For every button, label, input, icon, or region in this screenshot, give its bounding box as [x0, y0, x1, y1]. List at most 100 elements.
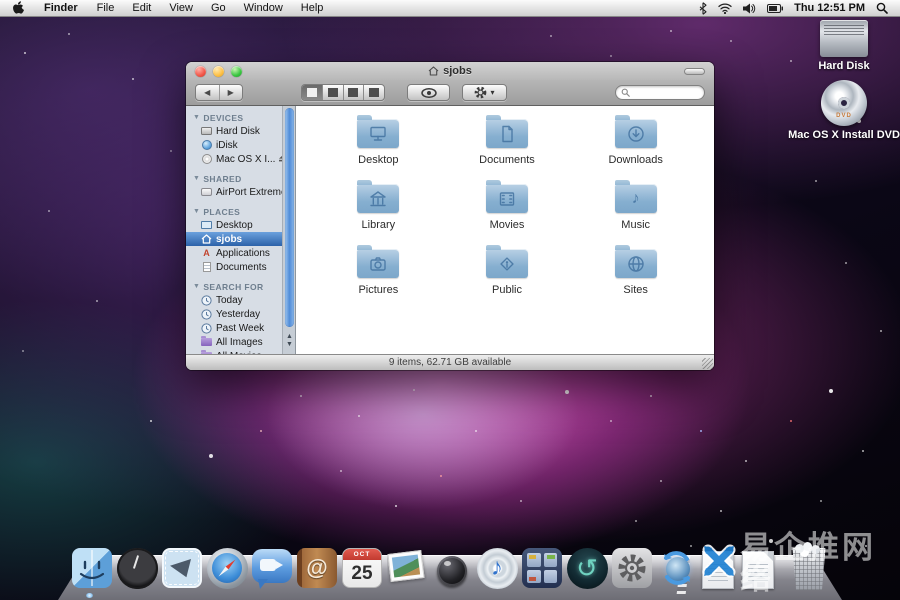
sidebar-item-applications[interactable]: A Applications: [186, 246, 282, 260]
disclosure-triangle-icon[interactable]: ▼: [193, 175, 200, 182]
dock-trash-icon[interactable]: [791, 548, 827, 590]
dock-downloads-stack-icon[interactable]: [742, 551, 774, 589]
sidebar-item-desktop[interactable]: Desktop: [186, 218, 282, 232]
apple-menu-icon[interactable]: [0, 1, 34, 15]
column-view-button[interactable]: [344, 85, 365, 100]
minimize-button[interactable]: [213, 66, 224, 77]
dock-address-book-icon[interactable]: @: [296, 547, 338, 589]
desktop-icon-hard-disk[interactable]: Hard Disk: [786, 20, 900, 72]
folder-downloads[interactable]: Downloads: [571, 110, 700, 175]
bluetooth-icon[interactable]: [699, 2, 707, 15]
dock-itunes-icon[interactable]: ♪: [476, 547, 518, 589]
sidebar-section-search-for[interactable]: ▼ SEARCH FOR: [186, 280, 282, 293]
spotlight-icon[interactable]: [876, 2, 888, 14]
sidebar-item-today[interactable]: Today: [186, 293, 282, 307]
dock-ical-icon[interactable]: OCT 25: [341, 547, 383, 589]
sidebar-item-airport-extreme[interactable]: AirPort Extreme: [186, 185, 282, 199]
sidebar-item-hard-disk[interactable]: Hard Disk: [186, 124, 282, 138]
folder-public[interactable]: Public: [443, 240, 572, 305]
coverflow-view-button[interactable]: [364, 85, 384, 100]
search-input[interactable]: [615, 85, 705, 100]
sidebar-item-sjobs[interactable]: sjobs: [186, 232, 282, 246]
status-bar: 9 items, 62.71 GB available: [186, 354, 714, 370]
dock-dashboard-icon[interactable]: [116, 547, 158, 589]
dock-safari-icon[interactable]: [206, 547, 248, 589]
scroll-up-icon[interactable]: ▲: [286, 333, 293, 340]
idisk-icon: [201, 140, 212, 151]
airport-icon: [201, 187, 212, 198]
sidebar-scrollbar[interactable]: ▲ ▼: [282, 106, 295, 354]
desktop-mini-icon: [201, 220, 212, 231]
dock-software-update-icon[interactable]: [656, 547, 698, 589]
menu-edit[interactable]: Edit: [123, 0, 160, 17]
back-icon[interactable]: ◀: [196, 85, 219, 100]
dock-spaces-icon[interactable]: [521, 547, 563, 589]
menu-window[interactable]: Window: [235, 0, 292, 17]
sidebar-section-shared[interactable]: ▼ SHARED: [186, 172, 282, 185]
resize-grip[interactable]: [702, 358, 713, 369]
sidebar-item-yesterday[interactable]: Yesterday: [186, 307, 282, 321]
disclosure-triangle-icon[interactable]: ▼: [193, 208, 200, 215]
action-menu-button[interactable]: ▾: [462, 84, 507, 101]
folder-music[interactable]: ♪ Music: [571, 175, 700, 240]
sidebar-item-past-week[interactable]: Past Week: [186, 321, 282, 335]
window-toolbar: ◀ ▶ ▾: [186, 80, 714, 106]
scroll-down-icon[interactable]: ▼: [286, 341, 293, 348]
folder-sites[interactable]: Sites: [571, 240, 700, 305]
sidebar-item-all-images[interactable]: All Images: [186, 335, 282, 349]
disclosure-triangle-icon[interactable]: ▼: [193, 283, 200, 290]
sidebar-item-idisk[interactable]: iDisk: [186, 138, 282, 152]
folder-pictures[interactable]: Pictures: [314, 240, 443, 305]
folder-library[interactable]: Library: [314, 175, 443, 240]
folder-documents[interactable]: Documents: [443, 110, 572, 175]
forward-icon[interactable]: ▶: [220, 85, 243, 100]
sidebar-item-documents[interactable]: Documents: [186, 260, 282, 274]
folder-view[interactable]: Desktop Documents Downloads: [296, 106, 714, 354]
menu-bar-clock[interactable]: Thu 12:51 PM: [794, 2, 865, 14]
back-forward-buttons[interactable]: ◀ ▶: [195, 84, 243, 101]
desktop-icon-install-dvd[interactable]: DVD Mac OS X Install DVD: [786, 80, 900, 141]
dock-documents-stack-icon[interactable]: [702, 551, 734, 589]
icon-view-button[interactable]: [302, 85, 323, 100]
dock-photo-booth-icon[interactable]: [431, 547, 473, 589]
disclosure-triangle-icon[interactable]: ▼: [193, 114, 200, 121]
close-button[interactable]: [195, 66, 206, 77]
dock: @ OCT 25 ♪ ↺: [0, 530, 900, 600]
list-view-button[interactable]: [323, 85, 344, 100]
folder-icon: [486, 119, 528, 148]
dock-time-machine-icon[interactable]: ↺: [566, 547, 608, 589]
menu-help[interactable]: Help: [292, 0, 333, 17]
dock-iphoto-icon[interactable]: [386, 547, 428, 589]
dock-mail-icon[interactable]: [161, 547, 203, 589]
dock-system-preferences-icon[interactable]: [611, 547, 653, 589]
hard-disk-label: Hard Disk: [818, 60, 869, 72]
menu-file[interactable]: File: [88, 0, 124, 17]
window-title-bar[interactable]: sjobs: [186, 62, 714, 80]
folder-movies[interactable]: Movies: [443, 175, 572, 240]
menu-finder[interactable]: Finder: [34, 0, 88, 17]
sidebar-section-places[interactable]: ▼ PLACES: [186, 205, 282, 218]
finder-window: sjobs ◀ ▶ ▾: [186, 62, 714, 370]
dock-finder-icon[interactable]: [71, 547, 113, 589]
dvd-disc-icon: DVD: [821, 80, 867, 126]
list-view-icon: [328, 88, 338, 97]
folder-desktop[interactable]: Desktop: [314, 110, 443, 175]
wifi-icon[interactable]: [718, 3, 732, 14]
scrollbar-thumb[interactable]: [285, 108, 294, 327]
window-title: sjobs: [186, 65, 714, 77]
folder-icon: [357, 184, 399, 213]
chevron-down-icon: ▾: [490, 88, 494, 97]
column-view-icon: [348, 88, 358, 97]
folder-icon: [357, 119, 399, 148]
sidebar-item-install-dvd[interactable]: Mac OS X I...: [186, 152, 282, 166]
menu-go[interactable]: Go: [202, 0, 235, 17]
menu-view[interactable]: View: [160, 0, 202, 17]
dock-ichat-icon[interactable]: [251, 547, 293, 589]
toolbar-toggle-button[interactable]: [684, 68, 705, 75]
eye-icon: [421, 88, 437, 98]
battery-icon[interactable]: [767, 4, 783, 13]
sidebar-section-devices[interactable]: ▼ DEVICES: [186, 111, 282, 124]
volume-icon[interactable]: [743, 3, 756, 14]
zoom-button[interactable]: [231, 66, 242, 77]
quick-look-button[interactable]: [407, 84, 450, 101]
